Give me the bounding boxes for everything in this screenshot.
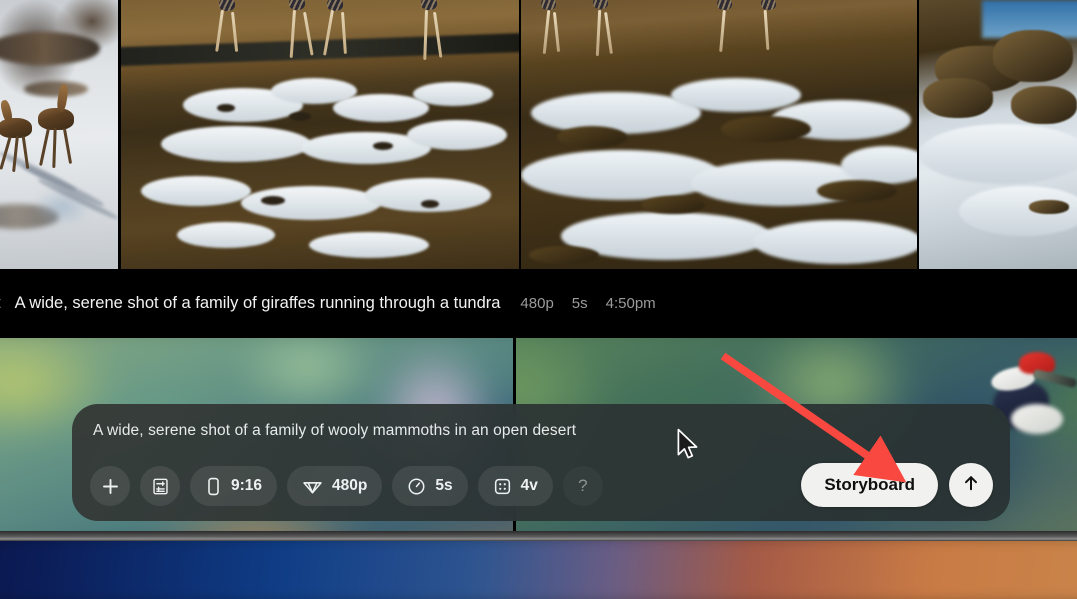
giraffe-legs-group [121,0,519,75]
results-row-top [0,0,1077,269]
variants-label: 4v [520,477,538,494]
app-root: t A wide, serene shot of a family of gir… [0,0,1077,599]
add-button[interactable] [90,466,130,506]
composer-actions: Storyboard [801,463,993,507]
video-tile-tundra-wide-right[interactable] [521,0,917,269]
prompt-input[interactable]: A wide, serene shot of a family of wooly… [93,422,576,440]
variants-chip[interactable]: 4v [477,466,553,506]
help-button[interactable]: ? [563,466,603,506]
diamond-gem-icon [302,478,323,495]
video-tile-giraffes-snow-left[interactable] [0,0,118,269]
aspect-ratio-label: 9:16 [231,477,263,494]
duration-label: 5s [435,477,453,494]
document-settings-icon [151,477,170,496]
grid-dots-icon [493,477,512,496]
video-tile-rocky-edge-far-right[interactable] [919,0,1077,269]
caption-text: A wide, serene shot of a family of giraf… [14,294,501,312]
plus-icon [101,477,120,496]
terrain-band [23,80,89,97]
aspect-ratio-chip[interactable]: 9:16 [190,466,278,506]
caption-resolution: 480p [520,295,554,312]
storyboard-button[interactable]: Storyboard [801,463,938,507]
resolution-label: 480p [332,477,368,494]
duration-chip[interactable]: 5s [392,466,468,506]
terrain-band [0,32,101,65]
send-button[interactable] [949,463,993,507]
clock-icon [407,477,426,496]
phone-portrait-icon [205,477,222,496]
resolution-chip[interactable]: 480p [287,466,383,506]
timeline-separator [0,531,1077,541]
composer-toolbar: 9:16 480p 5s 4v ? [90,466,603,506]
settings-button[interactable] [140,466,180,506]
prompt-composer-panel: A wide, serene shot of a family of wooly… [72,404,1010,521]
strip-gradient [0,541,1077,599]
caption-duration: 5s [571,295,588,312]
question-mark-icon: ? [578,476,588,495]
caption-timestamp: 4:50pm [605,295,656,312]
timeline-gradient-strip[interactable] [0,541,1077,599]
arrow-up-icon [961,473,981,498]
video-tile-tundra-wide-center[interactable] [121,0,519,269]
caption-bar: t A wide, serene shot of a family of gir… [0,269,1077,338]
caption-previous-fragment: t [0,294,1,313]
